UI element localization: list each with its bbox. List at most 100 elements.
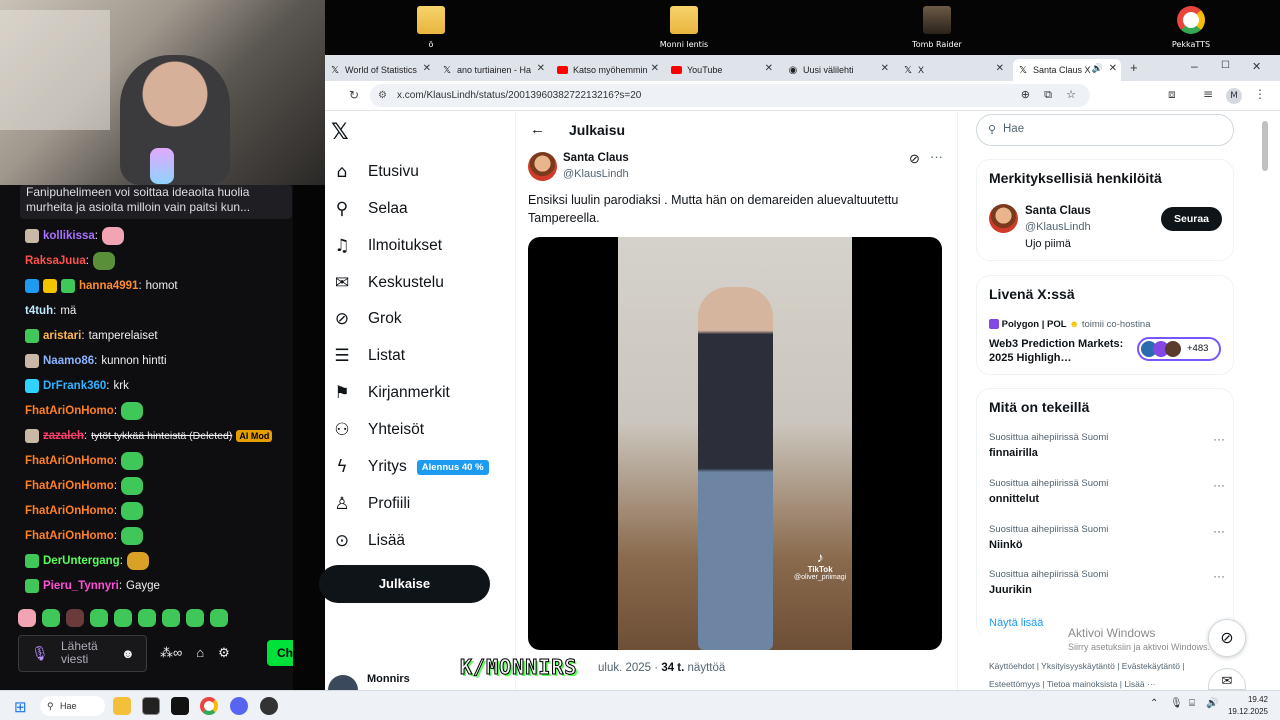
close-icon[interactable]: ✕ — [537, 63, 545, 74]
gear-icon[interactable]: ⚙ — [218, 645, 230, 661]
microphone-icon[interactable]: 🎙 — [1170, 698, 1183, 709]
account-avatar[interactable] — [328, 675, 358, 690]
chat-username[interactable]: FhatAriOnHomo — [25, 480, 114, 492]
trend-item[interactable]: Suosittua aihepiirissä Suomi onnittelut … — [989, 478, 1225, 514]
account-name[interactable]: Monnirs — [367, 673, 410, 685]
nav-lists[interactable]: ☰ Listat — [330, 339, 405, 373]
x-app-icon[interactable] — [171, 697, 189, 715]
nav-messages[interactable]: ✉ Keskustelu — [330, 266, 444, 300]
author-name[interactable]: Santa Claus — [563, 152, 629, 164]
emote-icon[interactable] — [210, 609, 228, 627]
speaker-icon[interactable]: 🔊 — [1092, 63, 1103, 74]
nav-grok[interactable]: ⊘ Grok — [330, 302, 402, 336]
grok-icon[interactable]: ⊘ — [909, 151, 920, 167]
reload-icon[interactable]: ↻ — [349, 88, 359, 102]
more-options-icon[interactable]: ··· — [1213, 569, 1225, 583]
nav-business[interactable]: ϟ Yritys Alennus 40 % — [330, 450, 489, 484]
desktop-icon-monni-lentis[interactable]: Monni lentis — [639, 4, 729, 49]
more-options-icon[interactable]: ··· — [1213, 524, 1225, 538]
tab-santa-claus[interactable]: 𝕏 Santa Claus X 🔊 ✕ — [1013, 59, 1121, 81]
chat-send-button[interactable]: Ch — [267, 640, 293, 666]
more-options-icon[interactable]: ··· — [1213, 432, 1225, 446]
chat-username[interactable]: FhatAriOnHomo — [25, 530, 114, 542]
post-button[interactable]: Julkaise — [319, 565, 490, 603]
follow-button[interactable]: Seuraa — [1161, 207, 1222, 231]
trend-item[interactable]: Suosittua aihepiirissä Suomi finnairilla… — [989, 432, 1225, 468]
emote-icon[interactable] — [114, 609, 132, 627]
chat-username[interactable]: zazaleh — [43, 430, 84, 442]
nav-notifications[interactable]: ♫ Ilmoitukset — [330, 229, 442, 263]
emote-icon[interactable] — [186, 609, 204, 627]
show-more-link[interactable]: Näytä lisää — [989, 617, 1043, 629]
window-close-button[interactable]: ✕ — [1252, 60, 1261, 73]
chat-input[interactable]: 🎙 Lähetä viesti ☻ — [18, 635, 147, 672]
tab-x[interactable]: 𝕏 X ✕ — [898, 59, 1008, 81]
windows-start-icon[interactable]: ⊞ — [14, 698, 27, 716]
back-arrow-icon[interactable]: ← — [530, 121, 545, 138]
emote-icon[interactable] — [18, 609, 36, 627]
space-title[interactable]: Web3 Prediction Markets: 2025 Highligh… — [989, 337, 1129, 365]
app-icon[interactable] — [142, 697, 160, 715]
nav-bookmarks[interactable]: ⚑ Kirjanmerkit — [330, 376, 449, 410]
emote-icon[interactable] — [162, 609, 180, 627]
emote-icon[interactable] — [138, 609, 156, 627]
suggested-name[interactable]: Santa Claus — [1025, 205, 1091, 217]
network-icon[interactable]: ⌸ — [1189, 698, 1195, 709]
bits-icon[interactable]: ⁂∞ — [160, 645, 182, 661]
emote-icon[interactable] — [66, 609, 84, 627]
maximize-button[interactable]: ☐ — [1221, 60, 1230, 71]
emoji-icon[interactable]: ☻ — [121, 646, 135, 661]
trend-item[interactable]: Suosittua aihepiirissä Suomi Niinkö ··· — [989, 524, 1225, 560]
trend-item[interactable]: Suosittua aihepiirissä Suomi Juurikin ··… — [989, 569, 1225, 605]
nav-explore[interactable]: ⚲ Selaa — [330, 192, 408, 226]
nav-more[interactable]: ⊙ Lisää — [330, 524, 405, 558]
space-participants[interactable]: +483 — [1137, 337, 1221, 361]
nav-home[interactable]: ⌂ Etusivu — [330, 155, 419, 189]
author-avatar[interactable] — [528, 152, 557, 181]
close-icon[interactable]: ✕ — [765, 63, 773, 74]
tab-uusi-valilehti[interactable]: ◉ Uusi välilehti ✕ — [783, 59, 893, 81]
chat-username[interactable]: hanna4991 — [79, 280, 138, 292]
close-icon[interactable]: ✕ — [996, 63, 1004, 74]
file-explorer-icon[interactable] — [113, 697, 131, 715]
extensions-icon[interactable]: ⧈ — [1168, 87, 1176, 102]
chat-username[interactable]: FhatAriOnHomo — [25, 455, 114, 467]
discord-icon[interactable] — [230, 697, 248, 715]
chat-username[interactable]: kollikissa — [43, 230, 95, 242]
scrollbar[interactable] — [1262, 121, 1268, 171]
new-tab-button[interactable]: + — [1130, 60, 1138, 75]
chat-username[interactable]: aristari — [43, 330, 81, 342]
desktop-icon-tomb-raider[interactable]: Tomb Raider — [892, 4, 982, 49]
tab-katso-myohemmin[interactable]: Katso myöhemmin ✕ — [553, 59, 663, 81]
suggested-handle[interactable]: @KlausLindh — [1025, 221, 1091, 233]
x-logo-icon[interactable]: 𝕏 — [331, 120, 349, 145]
site-info-icon[interactable]: ⚙ — [378, 84, 387, 107]
profile-avatar[interactable]: M — [1226, 88, 1242, 104]
chat-username[interactable]: Pieru_Tynnyri — [43, 580, 119, 592]
nav-communities[interactable]: ⚇ Yhteisöt — [330, 413, 424, 447]
emote-icon[interactable] — [90, 609, 108, 627]
zoom-icon[interactable]: ⊕ — [1021, 84, 1030, 107]
close-icon[interactable]: ✕ — [881, 63, 889, 74]
more-options-icon[interactable]: ··· — [930, 149, 943, 164]
tab-ano-turtiainen[interactable]: 𝕏ano turtiainen - Ha ✕ — [437, 59, 549, 81]
more-options-icon[interactable]: ··· — [1213, 478, 1225, 492]
author-handle[interactable]: @KlausLindh — [563, 168, 629, 180]
clock[interactable]: 19.42 19.12.2025 — [1228, 694, 1268, 718]
address-bar[interactable]: ⚙ x.com/KlausLindh/status/20013960382722… — [370, 84, 1090, 107]
search-input[interactable]: ⚲ Hae — [976, 114, 1234, 146]
nav-profile[interactable]: ♙ Profiili — [330, 487, 410, 521]
chat-username[interactable]: FhatAriOnHomo — [25, 505, 114, 517]
taskbar-search[interactable]: ⚲ Hae — [40, 696, 105, 716]
chat-username[interactable]: DrFrank360 — [43, 380, 106, 392]
grok-float-button[interactable]: ⊘ — [1208, 619, 1246, 657]
chat-username[interactable]: FhatAriOnHomo — [25, 405, 114, 417]
minimize-button[interactable]: – — [1191, 59, 1198, 73]
chat-username[interactable]: RaksaJuua — [25, 255, 86, 267]
microphone-icon[interactable]: 🎙 — [31, 645, 49, 663]
close-icon[interactable]: ✕ — [423, 63, 431, 74]
close-icon[interactable]: ✕ — [1109, 63, 1117, 74]
chat-username[interactable]: Naamo86 — [43, 355, 94, 367]
close-icon[interactable]: ✕ — [651, 63, 659, 74]
volume-icon[interactable]: 🔊 — [1206, 698, 1218, 709]
